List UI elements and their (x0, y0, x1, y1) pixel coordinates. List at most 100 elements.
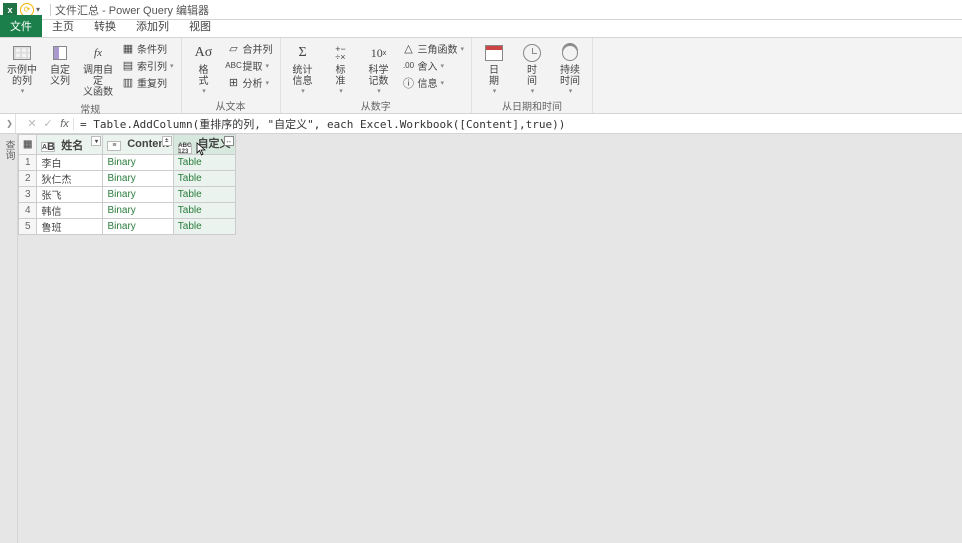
row-number[interactable]: 5 (19, 219, 37, 235)
cell-content[interactable]: Binary (103, 219, 173, 235)
main-area: 查询 ▦ AB 姓名 ▾ ≡ Content ± (0, 134, 962, 543)
index-column-button[interactable]: ▤ 索引列▾ (118, 57, 177, 74)
cell-name[interactable]: 韩信 (37, 203, 103, 219)
chevron-down-icon: ▾ (461, 45, 465, 53)
cell-name[interactable]: 狄仁杰 (37, 171, 103, 187)
round-icon: .00 (402, 59, 416, 73)
filter-dropdown-icon[interactable]: ▾ (91, 136, 101, 146)
rounding-button[interactable]: .00 舍入▾ (399, 57, 468, 74)
invoke-function-button[interactable]: fx 调用自定 义函数 (80, 40, 116, 100)
cell-custom[interactable]: Table (173, 171, 235, 187)
chevron-down-icon: ▾ (21, 87, 25, 95)
group-general: 示例中 的列 ▾ 自定 义列 fx 调用自定 义函数 ▦ 条件列 ▤ 索引列▾ (0, 38, 182, 113)
chevron-down-icon: ▾ (441, 62, 445, 70)
duration-button[interactable]: 持续 时间 ▾ (552, 40, 588, 97)
tab-transform[interactable]: 转换 (84, 15, 126, 37)
calendar-icon (483, 42, 505, 64)
group-text: Aσ 格 式 ▾ ▱ 合并列 ABC 提取▾ ⊞ 分析▾ 从文本 (182, 38, 281, 113)
cell-name[interactable]: 张飞 (37, 187, 103, 203)
group-number: Σ 统计 信息 ▾ +−÷× 标 准 ▾ 10x 科学 记数 ▾ △ 三角函数▾ (281, 38, 473, 113)
commit-icon[interactable]: ✓ (40, 117, 56, 130)
extract-button[interactable]: ABC 提取▾ (224, 57, 276, 74)
merge-icon: ▱ (227, 42, 241, 56)
column-header-content[interactable]: ≡ Content ± (103, 135, 173, 155)
chevron-down-icon: ▾ (441, 79, 445, 87)
custom-column-button[interactable]: 自定 义列 (42, 40, 78, 89)
formula-text[interactable]: = Table.AddColumn(重排序的列, "自定义", each Exc… (80, 116, 962, 132)
chevron-down-icon: ▾ (493, 87, 497, 95)
cancel-icon[interactable]: ✕ (24, 117, 40, 130)
chevron-down-icon: ▾ (301, 87, 305, 95)
trig-icon: △ (402, 42, 416, 56)
type-any-icon[interactable]: ABC123 (178, 144, 192, 154)
chevron-down-icon: ▾ (170, 62, 174, 70)
tab-home[interactable]: 主页 (42, 15, 84, 37)
group-label-datetime: 从日期和时间 (502, 97, 562, 115)
queries-pane-label: 查询 (1, 140, 16, 160)
table-row[interactable]: 1李白BinaryTable (19, 155, 236, 171)
column-header-name[interactable]: AB 姓名 ▾ (37, 135, 103, 155)
chevron-down-icon: ▾ (202, 87, 206, 95)
table-row[interactable]: 2狄仁杰BinaryTable (19, 171, 236, 187)
cell-name[interactable]: 鲁班 (37, 219, 103, 235)
conditional-icon: ▦ (121, 42, 135, 56)
sigma-icon: Σ (292, 42, 314, 64)
parse-icon: ⊞ (227, 76, 241, 90)
data-grid[interactable]: ▦ AB 姓名 ▾ ≡ Content ± ABC123 自定义 ↔ (18, 134, 236, 235)
cell-custom[interactable]: Table (173, 155, 235, 171)
parse-button[interactable]: ⊞ 分析▾ (224, 74, 276, 91)
statistics-button[interactable]: Σ 统计 信息 ▾ (285, 40, 321, 97)
format-icon: Aσ (193, 42, 215, 64)
tab-view[interactable]: 视图 (179, 15, 221, 37)
type-binary-icon[interactable]: ≡ (107, 141, 121, 151)
scientific-button[interactable]: 10x 科学 记数 ▾ (361, 40, 397, 97)
index-icon: ▤ (121, 59, 135, 73)
column-header-custom[interactable]: ABC123 自定义 ↔ (173, 135, 235, 155)
merge-columns-button[interactable]: ▱ 合并列 (224, 40, 276, 57)
group-datetime: 日 期 ▾ 时 间 ▾ 持续 时间 ▾ 从日期和时间 (472, 38, 593, 113)
information-button[interactable]: ⓘ 信息▾ (399, 74, 468, 91)
clock-icon (521, 42, 543, 64)
cell-content[interactable]: Binary (103, 187, 173, 203)
tab-add-column[interactable]: 添加列 (126, 15, 179, 37)
qat-dropdown-icon[interactable]: ▾ (36, 5, 40, 14)
format-button[interactable]: Aσ 格 式 ▾ (186, 40, 222, 97)
select-all-corner[interactable]: ▦ (19, 135, 37, 155)
row-number[interactable]: 3 (19, 187, 37, 203)
tab-file[interactable]: 文件 (0, 15, 42, 37)
table-row[interactable]: 3张飞BinaryTable (19, 187, 236, 203)
column-header-text: 姓名 (61, 140, 83, 152)
cell-custom[interactable]: Table (173, 203, 235, 219)
date-button[interactable]: 日 期 ▾ (476, 40, 512, 97)
expand-column-icon[interactable]: ↔ (224, 136, 234, 146)
duplicate-column-button[interactable]: ▥ 重复列 (118, 74, 177, 91)
group-label-number: 从数字 (361, 97, 391, 115)
row-number[interactable]: 1 (19, 155, 37, 171)
info-icon: ⓘ (402, 76, 416, 90)
table-row[interactable]: 4韩信BinaryTable (19, 203, 236, 219)
row-number[interactable]: 4 (19, 203, 37, 219)
filter-dropdown-icon[interactable]: ± (162, 136, 172, 146)
time-button[interactable]: 时 间 ▾ (514, 40, 550, 97)
fx-icon[interactable]: fx (56, 118, 74, 130)
conditional-column-button[interactable]: ▦ 条件列 (118, 40, 177, 57)
ten-x-icon: 10x (368, 42, 390, 64)
trigonometry-button[interactable]: △ 三角函数▾ (399, 40, 468, 57)
cell-content[interactable]: Binary (103, 203, 173, 219)
cell-content[interactable]: Binary (103, 171, 173, 187)
queries-pane-tab[interactable]: 查询 (0, 134, 18, 543)
cell-content[interactable]: Binary (103, 155, 173, 171)
standard-icon: +−÷× (330, 42, 352, 64)
table-row[interactable]: 5鲁班BinaryTable (19, 219, 236, 235)
chevron-down-icon: ▾ (531, 87, 535, 95)
duplicate-icon: ▥ (121, 76, 135, 90)
type-text-icon[interactable]: AB (41, 142, 55, 152)
standard-button[interactable]: +−÷× 标 准 ▾ (323, 40, 359, 97)
cell-custom[interactable]: Table (173, 219, 235, 235)
cell-custom[interactable]: Table (173, 187, 235, 203)
cell-name[interactable]: 李白 (37, 155, 103, 171)
column-from-examples-button[interactable]: 示例中 的列 ▾ (4, 40, 40, 97)
table-icon (11, 42, 33, 64)
expand-queries-icon[interactable]: ❯ (4, 114, 16, 133)
row-number[interactable]: 2 (19, 171, 37, 187)
